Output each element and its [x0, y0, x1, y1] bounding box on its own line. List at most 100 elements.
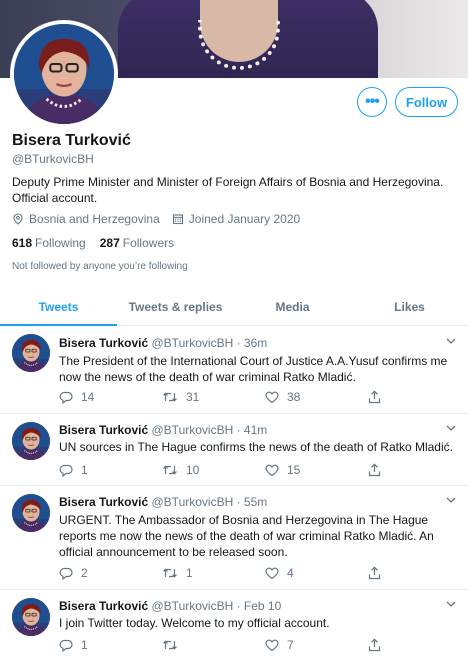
tweet-header: Bisera Turković @BTurkovicBH · 55m: [59, 495, 267, 509]
profile-name: Bisera Turković: [12, 132, 131, 149]
tweet-time[interactable]: · 55m: [237, 495, 268, 509]
tab-tweets-replies[interactable]: Tweets & replies: [117, 288, 234, 325]
reply-count: 1: [81, 638, 88, 652]
tweet-item[interactable]: Bisera Turković @BTurkovicBH · 55m URGEN…: [0, 486, 468, 590]
reply-button[interactable]: 14: [59, 390, 162, 404]
reply-count: 2: [81, 566, 88, 580]
tweet-author-handle: @BTurkovicBH: [151, 336, 234, 350]
reply-button[interactable]: 1: [59, 463, 162, 477]
like-button[interactable]: 4: [265, 566, 368, 580]
like-count: 38: [287, 390, 301, 404]
like-button[interactable]: 15: [265, 463, 368, 477]
tweet-author-name[interactable]: Bisera Turković: [59, 423, 148, 437]
tweet-time[interactable]: · 36m: [237, 336, 268, 350]
tweet-actions: 14 31 38: [59, 390, 389, 404]
tweet-item[interactable]: Bisera Turković @BTurkovicBH · 41m UN so…: [0, 414, 468, 486]
profile-bio: Deputy Prime Minister and Minister of Fo…: [12, 175, 444, 205]
tweet-text: The President of the International Court…: [59, 354, 448, 384]
reply-button[interactable]: 1: [59, 638, 162, 652]
retweet-icon: [163, 392, 177, 402]
reply-icon: [59, 639, 73, 652]
share-button[interactable]: [368, 463, 389, 477]
tab-media[interactable]: Media: [234, 288, 351, 325]
tweet-header: Bisera Turković @BTurkovicBH · Feb 10: [59, 599, 281, 613]
like-count: 4: [287, 566, 294, 580]
tweet-author-name[interactable]: Bisera Turković: [59, 599, 148, 613]
followers-count: 287: [99, 236, 120, 250]
share-button[interactable]: [368, 390, 389, 404]
retweet-count: 1: [186, 566, 193, 580]
profile-joined: Joined January 2020: [172, 212, 300, 226]
retweet-button[interactable]: 10: [162, 463, 265, 477]
like-count: 15: [287, 463, 301, 477]
like-button[interactable]: 7: [265, 638, 368, 652]
not-followed-note: Not followed by anyone you’re following: [12, 261, 188, 272]
follow-button[interactable]: Follow: [395, 87, 458, 117]
tweet-author-handle: @BTurkovicBH: [151, 599, 234, 613]
retweet-button[interactable]: 31: [162, 390, 265, 404]
tweet-item[interactable]: Bisera Turković @BTurkovicBH · Feb 10 I …: [0, 590, 468, 660]
reply-icon: [59, 567, 73, 580]
retweet-button[interactable]: 1: [162, 566, 265, 580]
chevron-down-icon[interactable]: [446, 425, 456, 432]
reply-icon: [59, 464, 73, 477]
chevron-down-icon[interactable]: [446, 338, 456, 345]
profile-handle: @BTurkovicBH: [12, 152, 94, 166]
share-icon: [368, 638, 381, 652]
more-options-button[interactable]: •••: [357, 87, 387, 117]
profile-tabs: Tweets Tweets & replies Media Likes: [0, 288, 468, 326]
profile-avatar[interactable]: [10, 20, 118, 128]
chevron-down-icon[interactable]: [446, 497, 456, 504]
tweet-actions: 1 10 15: [59, 463, 389, 477]
tab-tweets[interactable]: Tweets: [0, 288, 117, 326]
tweet-author-handle: @BTurkovicBH: [151, 495, 234, 509]
tweet-avatar[interactable]: [12, 334, 50, 372]
calendar-icon: [172, 214, 183, 225]
tweet-actions: 1 7: [59, 638, 389, 652]
tweet-text: I join Twitter today. Welcome to my offi…: [59, 616, 330, 630]
chevron-down-icon[interactable]: [446, 601, 456, 608]
reply-count: 14: [81, 390, 95, 404]
reply-icon: [59, 391, 73, 404]
share-button[interactable]: [368, 638, 389, 652]
followers-link[interactable]: 287 Followers: [100, 236, 174, 250]
share-icon: [368, 566, 381, 580]
reply-button[interactable]: 2: [59, 566, 162, 580]
tweet-text: UN sources in The Hague confirms the new…: [59, 440, 453, 454]
retweet-icon: [163, 568, 177, 578]
tweet-header: Bisera Turković @BTurkovicBH · 41m: [59, 423, 267, 437]
tweet-avatar[interactable]: [12, 494, 50, 532]
follow-counts: 618 Following 287 Followers: [12, 236, 188, 250]
more-icon: •••: [365, 93, 380, 110]
like-button[interactable]: 38: [265, 390, 368, 404]
location-pin-icon: [13, 213, 23, 225]
tweet-avatar[interactable]: [12, 598, 50, 636]
tweet-item[interactable]: Bisera Turković @BTurkovicBH · 36m The P…: [0, 326, 468, 414]
like-count: 7: [287, 638, 294, 652]
retweet-button[interactable]: [162, 638, 265, 652]
reply-count: 1: [81, 463, 88, 477]
following-label: Following: [35, 236, 86, 250]
share-icon: [368, 390, 381, 404]
following-count: 618: [12, 236, 33, 250]
profile-location: Bosnia and Herzegovina: [12, 212, 160, 226]
tweet-author-handle: @BTurkovicBH: [151, 423, 234, 437]
retweet-count: 10: [186, 463, 200, 477]
tweet-author-name[interactable]: Bisera Turković: [59, 336, 148, 350]
share-button[interactable]: [368, 566, 389, 580]
tweet-avatar[interactable]: [12, 422, 50, 460]
joined-text: Joined January 2020: [188, 212, 301, 226]
tweet-time[interactable]: · Feb 10: [237, 599, 282, 613]
like-icon: [265, 567, 279, 579]
location-text: Bosnia and Herzegovina: [29, 212, 160, 226]
following-link[interactable]: 618 Following: [12, 236, 86, 250]
followers-label: Followers: [122, 236, 175, 250]
tab-likes[interactable]: Likes: [351, 288, 468, 325]
tweet-time[interactable]: · 41m: [237, 423, 268, 437]
retweet-icon: [163, 640, 177, 650]
tweet-author-name[interactable]: Bisera Turković: [59, 495, 148, 509]
tweet-actions: 2 1 4: [59, 566, 389, 580]
tweet-header: Bisera Turković @BTurkovicBH · 36m: [59, 336, 267, 350]
like-icon: [265, 391, 279, 403]
share-icon: [368, 463, 381, 477]
